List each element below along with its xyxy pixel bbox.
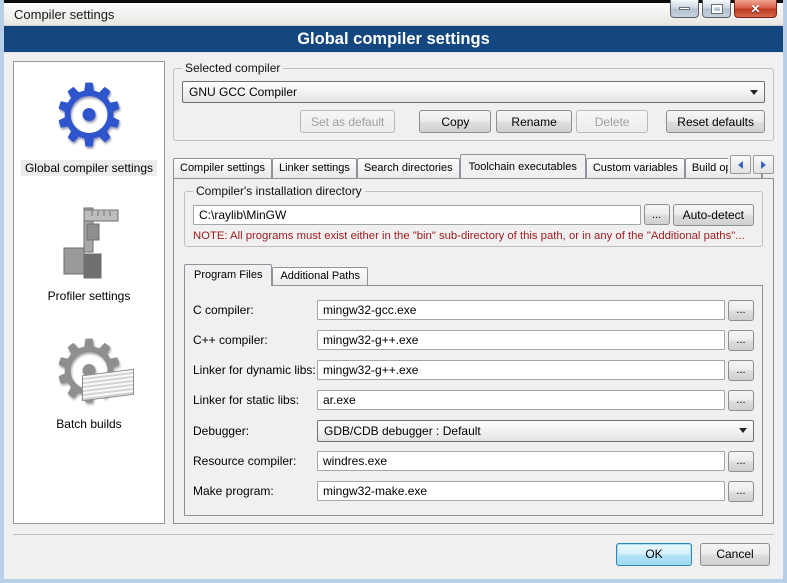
sidebar-item-profiler-settings[interactable]: Profiler settings: [44, 202, 135, 304]
dropdown-arrow-icon: [739, 428, 747, 433]
field-row-c-compiler: C compiler: ...: [193, 300, 754, 321]
field-label: Linker for dynamic libs:: [193, 363, 317, 377]
program-files-panel: C compiler: ... C++ compiler: ... Linker…: [184, 285, 763, 516]
compiler-select-value: GNU GCC Compiler: [189, 85, 297, 99]
field-row-resource-compiler: Resource compiler: ...: [193, 451, 754, 472]
field-label: C compiler:: [193, 303, 317, 317]
note-text: NOTE: All programs must exist either in …: [193, 230, 754, 242]
compiler-buttons-row: Set as default Copy Rename Delete Reset …: [182, 110, 765, 133]
browse-button[interactable]: ...: [728, 300, 754, 321]
browse-button[interactable]: ...: [728, 390, 754, 411]
debugger-select-value: GDB/CDB debugger : Default: [324, 424, 481, 438]
minimize-icon: [679, 7, 690, 10]
tab-scroll-left-button[interactable]: [730, 155, 751, 174]
tab-scroll-right-button[interactable]: [753, 155, 774, 174]
tab-linker-settings[interactable]: Linker settings: [272, 158, 357, 178]
close-icon: ✕: [750, 3, 760, 15]
toolchain-executables-panel: Compiler's installation directory ... Au…: [173, 178, 774, 524]
resource-compiler-input[interactable]: [317, 451, 725, 471]
auto-detect-button[interactable]: Auto-detect: [673, 204, 754, 226]
field-label: Linker for static libs:: [193, 393, 317, 407]
group-label: Selected compiler: [182, 61, 283, 75]
field-row-cpp-compiler: C++ compiler: ...: [193, 330, 754, 351]
sidebar-item-batch-builds[interactable]: ⚙ Batch builds: [50, 330, 127, 432]
browse-button[interactable]: ...: [728, 451, 754, 472]
tab-custom-variables[interactable]: Custom variables: [586, 158, 685, 178]
field-label: Make program:: [193, 484, 317, 498]
c-compiler-input[interactable]: [317, 300, 725, 320]
browse-button[interactable]: ...: [728, 360, 754, 381]
gear-stack-icon: ⚙: [50, 330, 127, 414]
cpp-compiler-input[interactable]: [317, 330, 725, 350]
debugger-select[interactable]: GDB/CDB debugger : Default: [317, 420, 754, 442]
tab-compiler-settings[interactable]: Compiler settings: [173, 158, 272, 178]
tab-search-directories[interactable]: Search directories: [357, 158, 460, 178]
program-tabs: Program Files Additional Paths: [184, 263, 763, 285]
rename-button[interactable]: Rename: [496, 110, 571, 133]
dynamic-linker-input[interactable]: [317, 360, 725, 380]
tab-scroll-arrows: [728, 155, 774, 174]
tab-program-files[interactable]: Program Files: [184, 264, 272, 286]
caliper-icon: [54, 202, 124, 286]
sidebar-item-label: Profiler settings: [44, 288, 135, 304]
sidebar-item-global-compiler-settings[interactable]: ⚙ Global compiler settings: [21, 74, 157, 176]
minimize-button[interactable]: [670, 0, 699, 18]
blue-gear-icon: ⚙: [50, 74, 127, 158]
compiler-settings-dialog: Compiler settings ✕ Global compiler sett…: [0, 0, 787, 583]
field-row-static-linker: Linker for static libs: ...: [193, 390, 754, 411]
browse-button[interactable]: ...: [728, 481, 754, 502]
field-row-debugger: Debugger: GDB/CDB debugger : Default: [193, 420, 754, 442]
selected-compiler-group: Selected compiler GNU GCC Compiler Set a…: [173, 68, 774, 141]
browse-directory-button[interactable]: ...: [644, 204, 670, 225]
tab-additional-paths[interactable]: Additional Paths: [272, 267, 368, 285]
dropdown-arrow-icon: [750, 90, 758, 95]
field-label: Debugger:: [193, 424, 317, 438]
field-row-dynamic-linker: Linker for dynamic libs: ...: [193, 360, 754, 381]
reset-defaults-button[interactable]: Reset defaults: [666, 110, 765, 133]
dialog-footer: OK Cancel: [4, 535, 783, 579]
page-title: Global compiler settings: [4, 26, 783, 53]
main-panel: Selected compiler GNU GCC Compiler Set a…: [173, 61, 774, 524]
arrow-left-icon: [738, 161, 743, 169]
set-as-default-button[interactable]: Set as default: [300, 110, 395, 133]
settings-tabs: Compiler settings Linker settings Search…: [173, 153, 774, 178]
content-area: ⚙ Global compiler settings: [4, 53, 783, 534]
arrow-right-icon: [761, 161, 766, 169]
copy-button[interactable]: Copy: [419, 110, 491, 133]
make-program-input[interactable]: [317, 481, 725, 501]
maximize-button[interactable]: [702, 0, 731, 18]
field-label: C++ compiler:: [193, 333, 317, 347]
installation-directory-group: Compiler's installation directory ... Au…: [184, 191, 763, 247]
delete-button[interactable]: Delete: [576, 110, 649, 133]
window-title: Compiler settings: [14, 7, 114, 22]
group-label: Compiler's installation directory: [193, 184, 365, 198]
window-controls: ✕: [670, 0, 777, 18]
installation-directory-input[interactable]: [193, 205, 641, 225]
field-row-make-program: Make program: ...: [193, 481, 754, 502]
maximize-icon: [712, 5, 722, 13]
settings-sidebar: ⚙ Global compiler settings: [13, 61, 165, 524]
titlebar[interactable]: Compiler settings ✕: [4, 0, 783, 26]
compiler-select[interactable]: GNU GCC Compiler: [182, 81, 765, 103]
cancel-button[interactable]: Cancel: [700, 543, 770, 566]
tab-toolchain-executables[interactable]: Toolchain executables: [460, 154, 586, 178]
field-label: Resource compiler:: [193, 454, 317, 468]
installation-directory-row: ... Auto-detect: [193, 204, 754, 226]
static-linker-input[interactable]: [317, 390, 725, 410]
ok-button[interactable]: OK: [616, 543, 692, 566]
browse-button[interactable]: ...: [728, 330, 754, 351]
close-button[interactable]: ✕: [734, 0, 777, 18]
